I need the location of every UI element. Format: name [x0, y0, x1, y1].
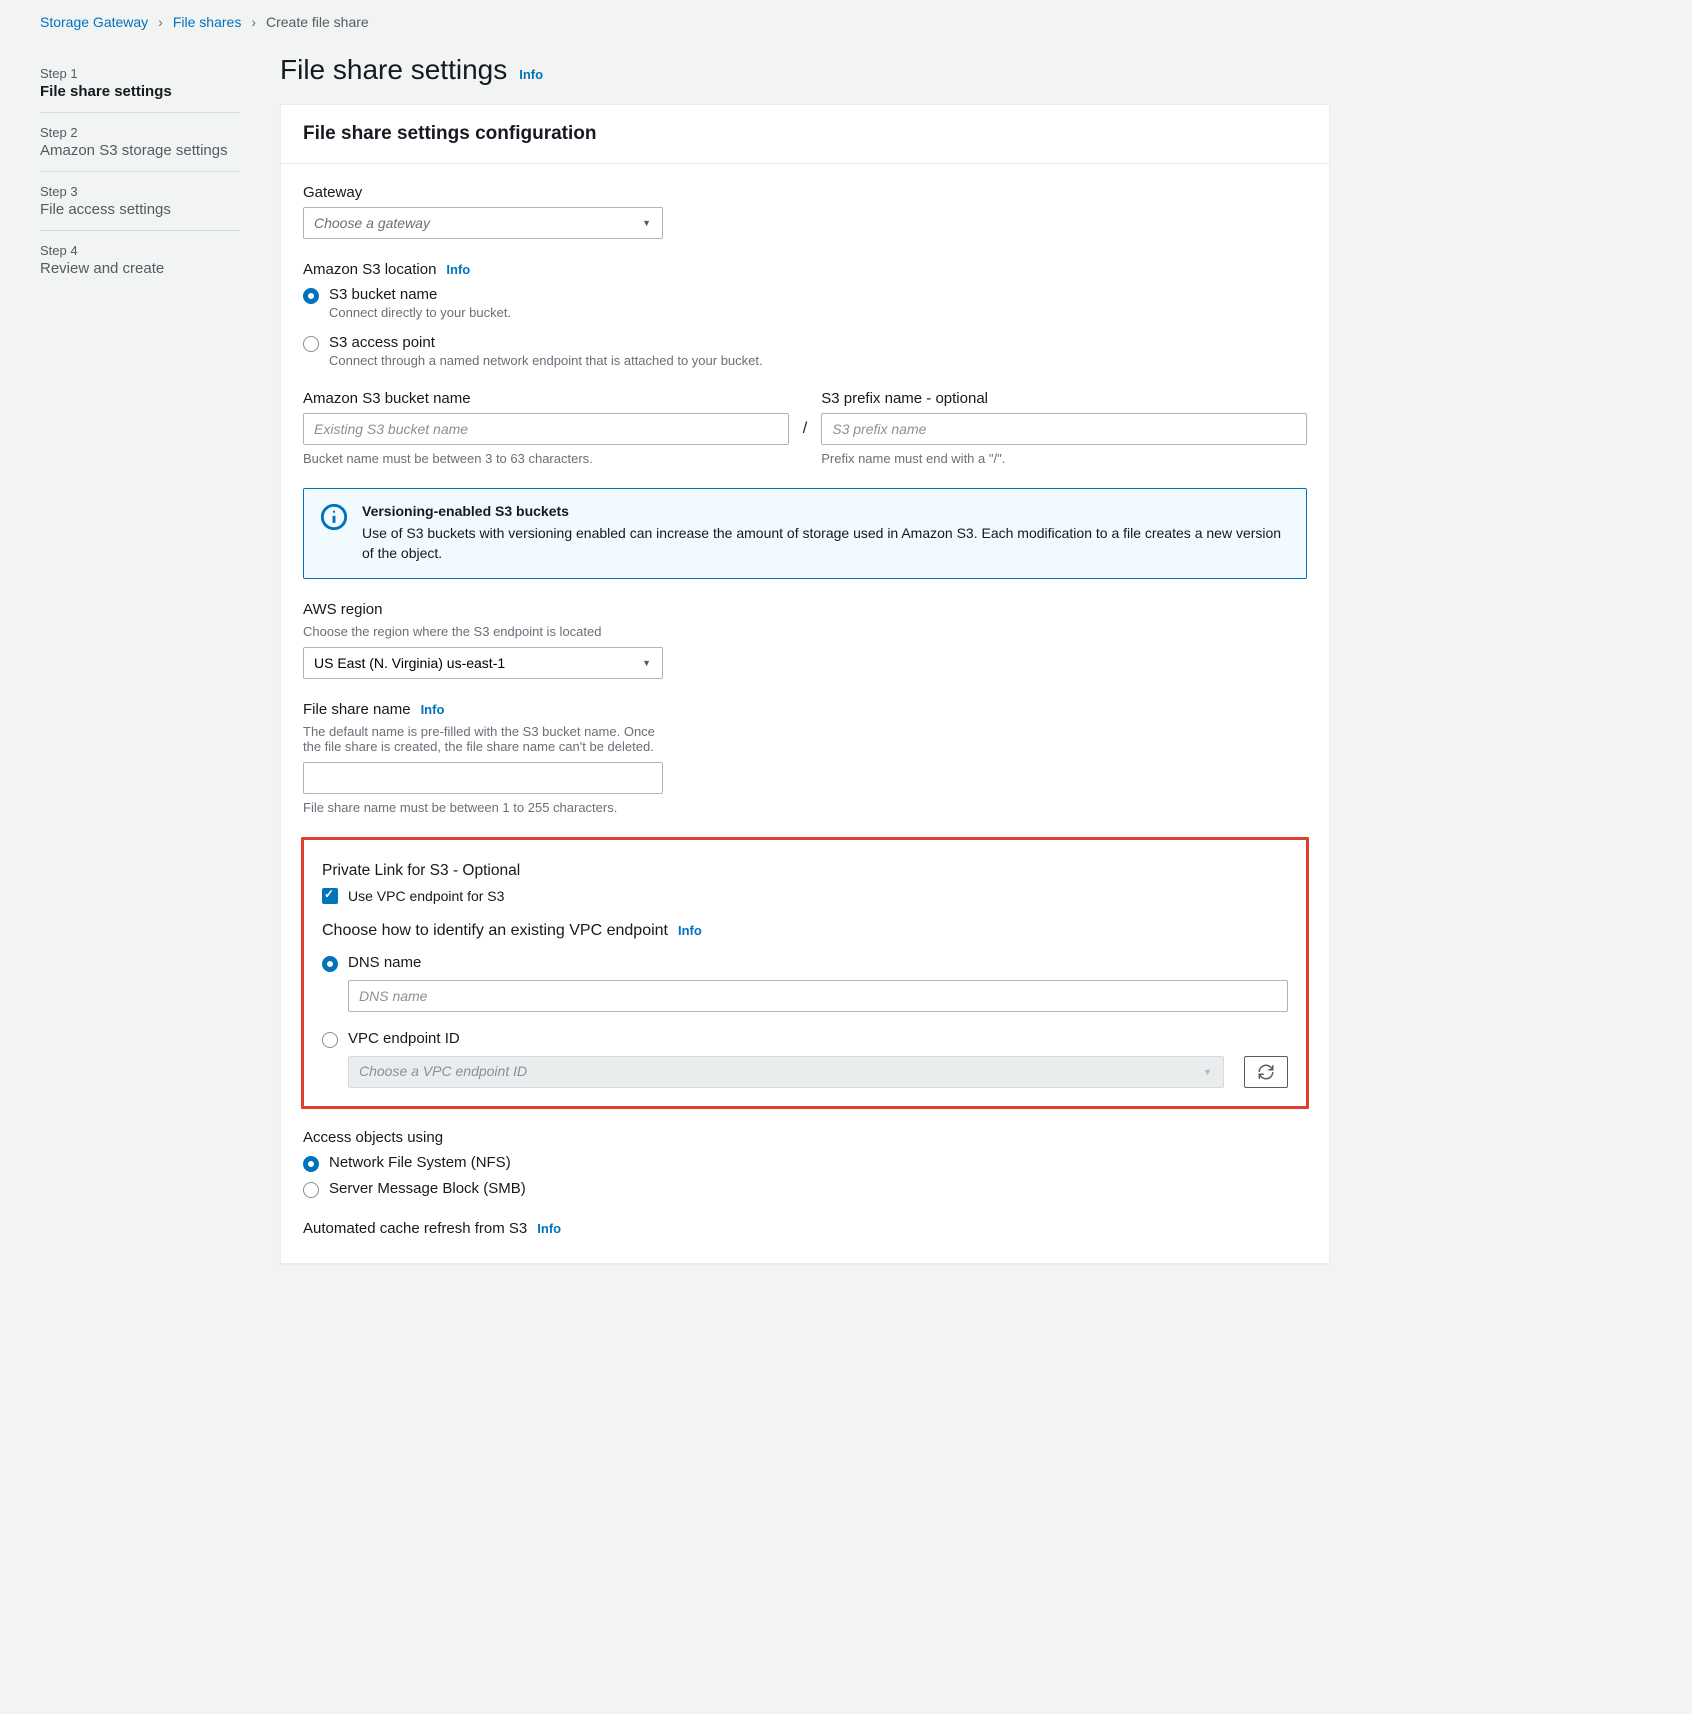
versioning-alert: Versioning-enabled S3 buckets Use of S3 … [303, 488, 1307, 579]
region-desc: Choose the region where the S3 endpoint … [303, 624, 1307, 639]
breadcrumb-current: Create file share [266, 14, 369, 30]
use-vpc-endpoint-label: Use VPC endpoint for S3 [348, 888, 504, 904]
settings-panel: File share settings configuration Gatewa… [280, 104, 1330, 1264]
step-1[interactable]: Step 1 File share settings [40, 54, 240, 113]
chevron-right-icon: › [158, 14, 163, 30]
info-link-s3location[interactable]: Info [446, 262, 470, 277]
bucket-name-input[interactable] [303, 413, 789, 445]
private-link-section: Private Link for S3 - Optional Use VPC e… [301, 837, 1309, 1109]
s3-location-label: Amazon S3 location [303, 261, 436, 278]
identify-vpc-label: Choose how to identify an existing VPC e… [322, 922, 668, 940]
breadcrumb: Storage Gateway › File shares › Create f… [0, 0, 1692, 44]
refresh-button[interactable] [1244, 1056, 1288, 1088]
radio-nfs[interactable] [303, 1156, 319, 1172]
prefix-input[interactable] [821, 413, 1307, 445]
step-4[interactable]: Step 4 Review and create [40, 231, 240, 289]
region-label: AWS region [303, 601, 1307, 618]
breadcrumb-link-storage-gateway[interactable]: Storage Gateway [40, 14, 148, 30]
info-link-vpc[interactable]: Info [678, 923, 702, 938]
radio-dns-name[interactable] [322, 956, 338, 972]
region-select[interactable]: US East (N. Virginia) us-east-1 [303, 647, 663, 679]
breadcrumb-link-file-shares[interactable]: File shares [173, 14, 241, 30]
share-name-label: File share name [303, 701, 411, 718]
dns-name-input[interactable] [348, 980, 1288, 1012]
wizard-steps: Step 1 File share settings Step 2 Amazon… [0, 44, 260, 1294]
access-label: Access objects using [303, 1129, 1307, 1146]
info-link-sharename[interactable]: Info [421, 702, 445, 717]
share-name-input[interactable] [303, 762, 663, 794]
chevron-right-icon: › [251, 14, 256, 30]
radio-s3-bucket-name[interactable] [303, 288, 319, 304]
private-link-heading: Private Link for S3 - Optional [322, 862, 1288, 880]
step-3[interactable]: Step 3 File access settings [40, 172, 240, 231]
share-name-hint: File share name must be between 1 to 255… [303, 800, 1307, 815]
radio-vpc-endpoint-id[interactable] [322, 1032, 338, 1048]
radio-smb[interactable] [303, 1182, 319, 1198]
bucket-name-hint: Bucket name must be between 3 to 63 char… [303, 451, 789, 466]
bucket-name-label: Amazon S3 bucket name [303, 390, 789, 407]
page-title: File share settings Info [280, 54, 1330, 86]
panel-heading: File share settings configuration [303, 123, 1307, 145]
refresh-icon [1257, 1063, 1275, 1081]
share-name-desc: The default name is pre-filled with the … [303, 724, 663, 754]
prefix-label: S3 prefix name - optional [821, 390, 1307, 407]
info-link-title[interactable]: Info [519, 67, 543, 82]
info-link-cache[interactable]: Info [537, 1221, 561, 1236]
slash-separator: / [803, 420, 807, 438]
radio-s3-access-point[interactable] [303, 336, 319, 352]
gateway-select[interactable]: Choose a gateway [303, 207, 663, 239]
use-vpc-endpoint-checkbox[interactable] [322, 888, 338, 904]
vpc-endpoint-id-select: Choose a VPC endpoint ID [348, 1056, 1224, 1088]
cache-refresh-label: Automated cache refresh from S3 [303, 1220, 527, 1237]
info-icon [320, 503, 348, 531]
gateway-label: Gateway [303, 184, 1307, 201]
prefix-hint: Prefix name must end with a "/". [821, 451, 1307, 466]
step-2[interactable]: Step 2 Amazon S3 storage settings [40, 113, 240, 172]
